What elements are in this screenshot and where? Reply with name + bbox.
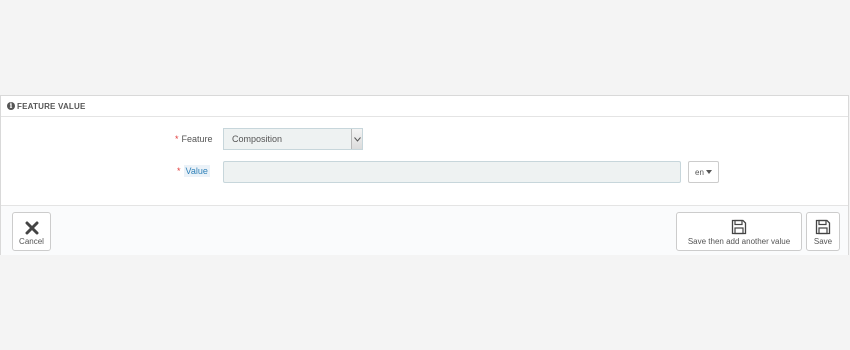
save-label: Save: [813, 237, 833, 246]
save-and-add-label: Save then add another value: [687, 237, 791, 246]
required-asterisk: *: [175, 134, 179, 144]
value-label-text: Value: [183, 165, 210, 177]
floppy-disk-icon: [731, 219, 747, 235]
chevron-down-icon[interactable]: [351, 129, 362, 149]
caret-down-icon: [705, 170, 712, 174]
value-label: * Value: [177, 165, 210, 177]
feature-select[interactable]: Composition: [223, 128, 363, 150]
feature-value-panel: i FEATURE VALUE * Feature Composition * Va…: [0, 95, 849, 255]
panel-title: FEATURE VALUE: [17, 101, 86, 111]
save-button[interactable]: Save: [806, 212, 840, 251]
panel-footer: Cancel Save then add another value Save: [1, 205, 848, 255]
language-code: en: [695, 167, 704, 177]
feature-select-value: Composition: [232, 134, 283, 144]
panel-heading: i FEATURE VALUE: [1, 96, 848, 117]
close-icon: [25, 221, 39, 235]
feature-label: * Feature: [175, 134, 213, 144]
cancel-label: Cancel: [19, 237, 44, 246]
cancel-button[interactable]: Cancel: [12, 212, 51, 251]
required-asterisk: *: [177, 166, 181, 176]
save-and-add-button[interactable]: Save then add another value: [676, 212, 802, 251]
floppy-disk-icon: [815, 219, 831, 235]
value-input[interactable]: [223, 161, 681, 183]
feature-label-text: Feature: [181, 134, 213, 144]
language-dropdown-button[interactable]: en: [688, 161, 719, 183]
info-icon: i: [7, 102, 15, 110]
